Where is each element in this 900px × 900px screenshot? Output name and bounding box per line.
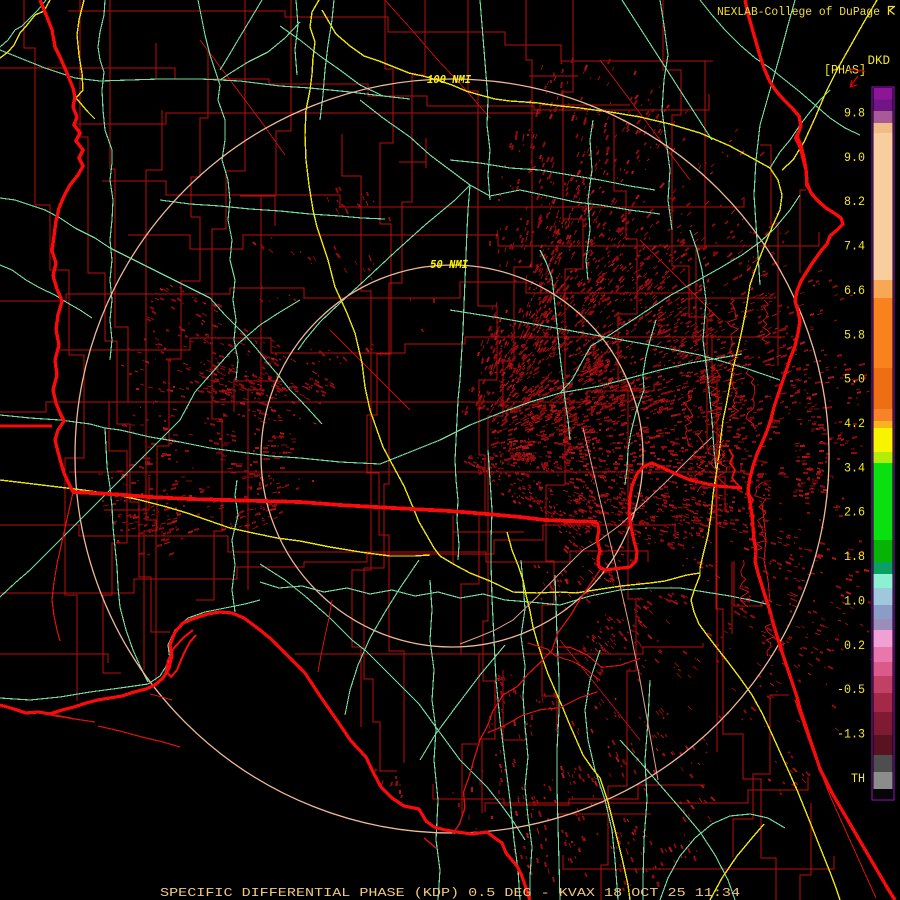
svg-text:50 NMI: 50 NMI xyxy=(430,258,469,272)
svg-text:-0.5: -0.5 xyxy=(837,682,865,697)
svg-text:100 NMI: 100 NMI xyxy=(427,73,472,87)
svg-text:2.6: 2.6 xyxy=(844,505,865,520)
svg-text:9.8: 9.8 xyxy=(844,106,865,121)
svg-text:-1.3: -1.3 xyxy=(837,727,865,742)
svg-text:5.8: 5.8 xyxy=(844,327,865,342)
svg-text:1.8: 1.8 xyxy=(844,549,865,564)
svg-text:DKD: DKD xyxy=(868,53,891,68)
svg-text:8.2: 8.2 xyxy=(844,194,865,209)
svg-text:6.6: 6.6 xyxy=(844,283,865,298)
svg-text:5.0: 5.0 xyxy=(844,372,865,387)
svg-text:0.2: 0.2 xyxy=(844,638,865,653)
svg-text:SPECIFIC DIFFERENTIAL PHASE (K: SPECIFIC DIFFERENTIAL PHASE (KDP) 0.5 DE… xyxy=(160,887,740,900)
svg-text:7.4: 7.4 xyxy=(844,239,865,254)
svg-text:TH: TH xyxy=(851,771,865,786)
svg-text:9.0: 9.0 xyxy=(844,150,865,165)
svg-text:4.2: 4.2 xyxy=(844,416,865,431)
svg-text:1.0: 1.0 xyxy=(844,594,865,609)
svg-text:3.4: 3.4 xyxy=(844,460,865,475)
svg-text:NEXLAB-College of DuPage: NEXLAB-College of DuPage xyxy=(717,6,880,19)
